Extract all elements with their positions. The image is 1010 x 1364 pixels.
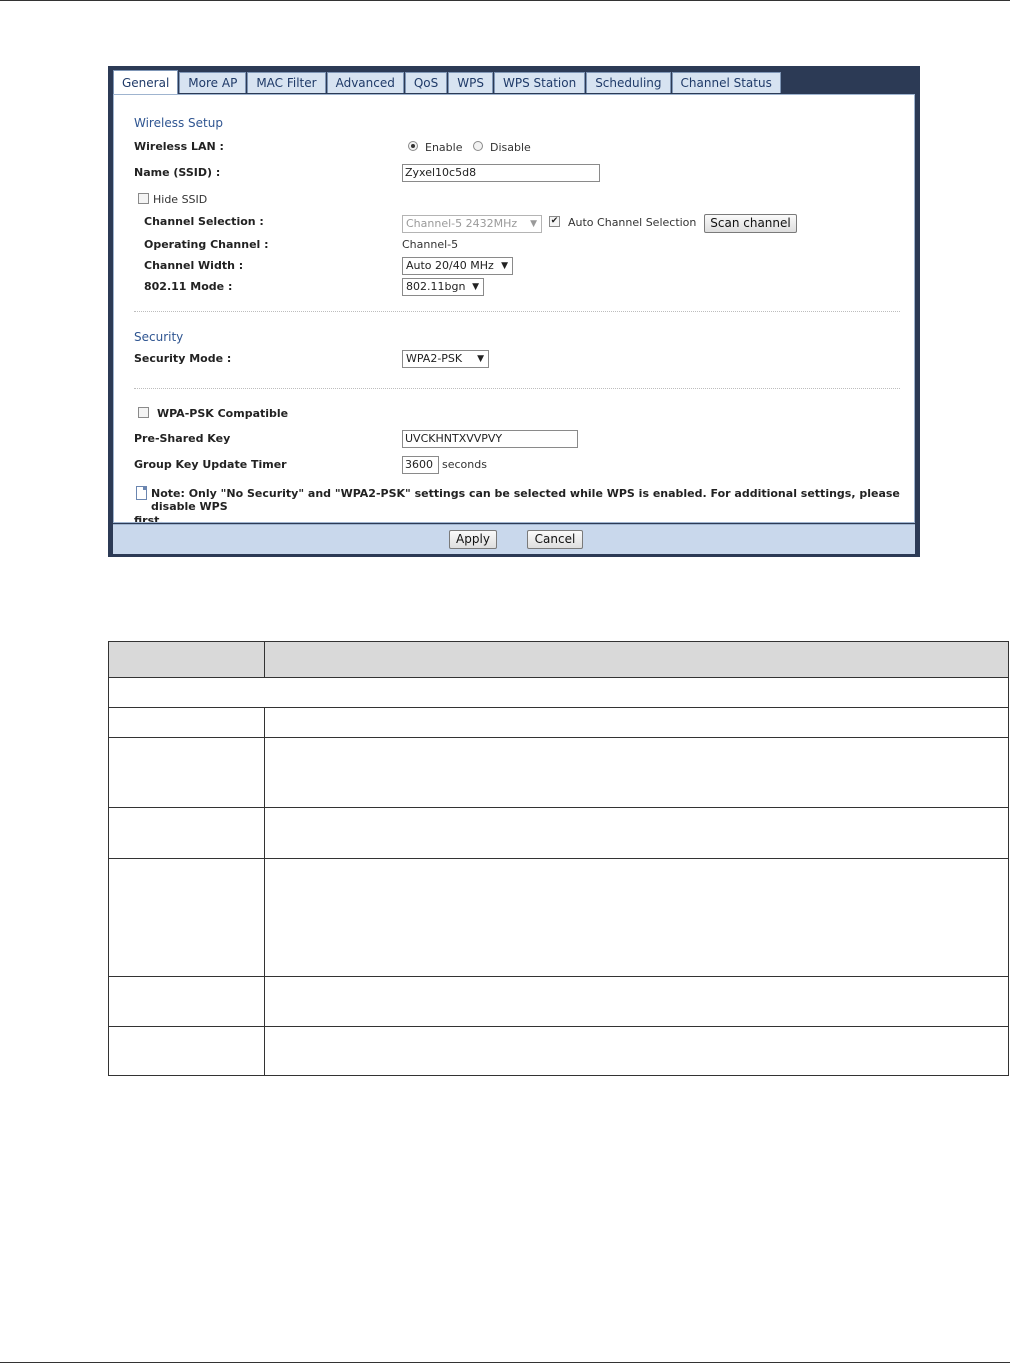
table-section-row (108, 678, 1009, 708)
table-cell (109, 708, 265, 737)
page-top-rule (0, 0, 1010, 1)
section-divider (134, 388, 900, 389)
chevron-down-icon: ▼ (530, 219, 537, 229)
page-bottom-rule (0, 1362, 1010, 1363)
section-divider (134, 311, 900, 312)
mode-value: 802.11bgn (406, 280, 466, 293)
general-panel: Wireless Setup Wireless LAN : Enable Dis… (113, 94, 915, 523)
cancel-button[interactable]: Cancel (527, 530, 583, 549)
table-row (108, 859, 1009, 977)
tab-mac-filter[interactable]: MAC Filter (247, 72, 326, 93)
tab-channel-status[interactable]: Channel Status (671, 72, 781, 93)
wpa-psk-compatible-label: WPA-PSK Compatible (157, 407, 289, 420)
table-cell (109, 738, 265, 807)
wireless-lan-label: Wireless LAN : (134, 140, 224, 153)
router-ui-frame: General More AP MAC Filter Advanced QoS … (108, 66, 920, 557)
table-cell (109, 808, 265, 858)
hide-ssid-label: Hide SSID (153, 193, 208, 206)
security-mode-value: WPA2-PSK (406, 352, 463, 365)
security-mode-label: Security Mode : (134, 352, 232, 365)
group-key-label: Group Key Update Timer (134, 458, 287, 471)
tab-general[interactable]: General (113, 70, 179, 95)
tab-wps[interactable]: WPS (448, 72, 493, 93)
tab-scheduling[interactable]: Scheduling (586, 72, 671, 93)
auto-channel-label: Auto Channel Selection (568, 216, 697, 229)
table-header-cell (109, 642, 265, 677)
table-row (108, 1027, 1009, 1076)
scan-channel-button[interactable]: Scan channel (704, 214, 797, 233)
table-row (108, 977, 1009, 1027)
description-table (108, 641, 1009, 1076)
table-cell (109, 859, 265, 976)
tab-advanced[interactable]: Advanced (326, 72, 404, 93)
chevron-down-icon: ▼ (501, 261, 508, 271)
hide-ssid-checkbox[interactable] (138, 193, 149, 204)
ssid-input[interactable]: Zyxel10c5d8 (402, 164, 600, 182)
group-key-input[interactable]: 3600 (402, 456, 439, 474)
channel-selection-select[interactable]: Channel-5 2432MHz ▼ (402, 215, 542, 233)
enable-radio-label: Enable (425, 141, 463, 154)
channel-width-select[interactable]: Auto 20/40 MHz ▼ (402, 257, 513, 275)
tab-bar: General More AP MAC Filter Advanced QoS … (113, 70, 782, 95)
note-icon (136, 486, 147, 500)
table-row (108, 738, 1009, 808)
operating-channel-label: Operating Channel : (144, 238, 269, 251)
security-mode-select[interactable]: WPA2-PSK ▼ (402, 350, 489, 368)
mode-select[interactable]: 802.11bgn ▼ (402, 278, 484, 296)
apply-button[interactable]: Apply (449, 530, 497, 549)
group-key-unit: seconds (442, 458, 487, 471)
wpa-psk-compatible-checkbox[interactable] (138, 407, 149, 418)
tab-qos[interactable]: QoS (404, 72, 448, 93)
table-header-row (108, 641, 1009, 678)
table-cell (109, 977, 265, 1026)
disable-radio-label: Disable (490, 141, 531, 154)
tab-more-ap[interactable]: More AP (179, 72, 247, 93)
psk-input[interactable]: UVCKHNTXVVPVY (402, 430, 578, 448)
tab-wps-station[interactable]: WPS Station (493, 72, 586, 93)
channel-selection-value: Channel-5 2432MHz (406, 217, 518, 230)
ssid-label: Name (SSID) : (134, 166, 221, 179)
enable-radio[interactable] (408, 141, 418, 151)
wps-note-line2: first. (134, 514, 164, 523)
disable-radio[interactable] (473, 141, 483, 151)
table-row (108, 808, 1009, 859)
chevron-down-icon: ▼ (477, 354, 484, 364)
auto-channel-checkbox[interactable]: ✔ (549, 216, 560, 227)
channel-selection-label: Channel Selection : (144, 215, 264, 228)
operating-channel-value: Channel-5 (402, 238, 459, 251)
table-cell (109, 1027, 265, 1075)
mode-label: 802.11 Mode : (144, 280, 233, 293)
footer-bar: Apply Cancel (113, 524, 915, 554)
table-row (108, 708, 1009, 738)
chevron-down-icon: ▼ (472, 282, 479, 292)
psk-label: Pre-Shared Key (134, 432, 231, 445)
wireless-setup-title: Wireless Setup (134, 116, 223, 130)
wps-note-line1: Note: Only "No Security" and "WPA2-PSK" … (151, 487, 900, 513)
channel-width-value: Auto 20/40 MHz (406, 259, 494, 272)
channel-width-label: Channel Width : (144, 259, 244, 272)
security-title: Security (134, 330, 184, 344)
